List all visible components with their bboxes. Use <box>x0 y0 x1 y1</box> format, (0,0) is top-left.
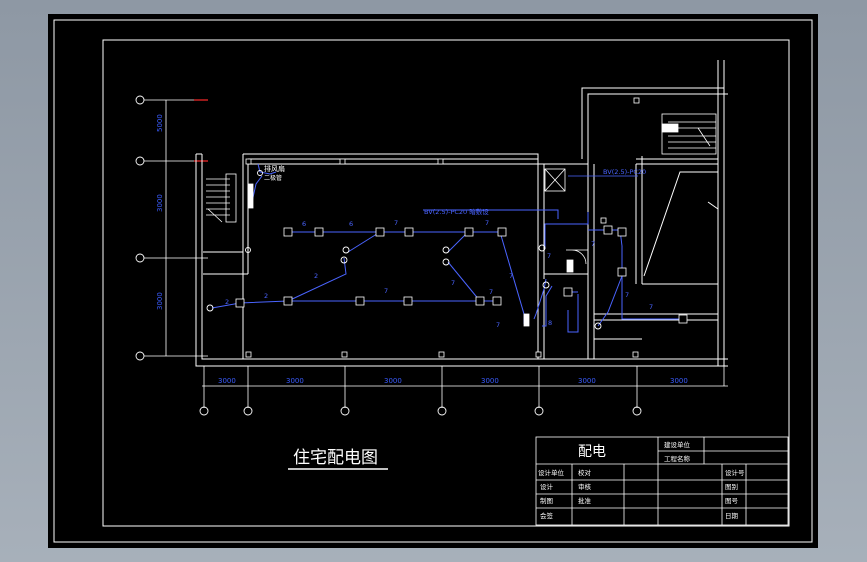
vertical-dimensions <box>144 99 208 357</box>
tb-project: 工程名称 <box>664 454 691 463</box>
stair-right <box>661 113 717 155</box>
dim-v-1: 5000 <box>156 114 164 132</box>
dim-v-3: 3000 <box>156 292 164 310</box>
dim-v-2: 3000 <box>156 194 164 212</box>
drawing-sheet[interactable]: 5000 3000 3000 6 6 7 7 2 2 2 7 7 7 7 7 7… <box>48 14 818 548</box>
dim-h-3: 3000 <box>384 377 402 385</box>
tb-drawing-no: 设计号 <box>725 468 745 477</box>
bus-note: BV(2.5)-PC20 暗敷设 <box>424 207 489 216</box>
tb-date: 日期 <box>725 512 739 520</box>
cad-drawing: 5000 3000 3000 6 6 7 7 2 2 2 7 7 7 7 7 7… <box>53 19 813 543</box>
title-block <box>535 436 789 526</box>
circuit-label: 7 <box>591 240 595 248</box>
fan-label: 排风扇 <box>264 164 285 173</box>
tb-unit: 建设单位 <box>664 440 691 449</box>
circuit-label: 7 <box>496 321 500 329</box>
cable-note: BV(2.5)-PC20 <box>603 168 646 176</box>
circuit-label: 7 <box>649 303 653 311</box>
cad-window: 5000 3000 3000 6 6 7 7 2 2 2 7 7 7 7 7 7… <box>0 0 867 562</box>
tb-design: 设计 <box>540 482 554 491</box>
circuit-label: 6 <box>349 220 353 228</box>
horizontal-dimensions <box>202 366 728 408</box>
dim-h-6: 3000 <box>670 377 688 385</box>
circuit-label: 2 <box>314 272 318 280</box>
tb-design-unit: 设计单位 <box>538 468 565 477</box>
tb-count: 会签 <box>540 511 554 520</box>
drawing-title: 住宅配电图 <box>293 448 378 468</box>
circuit-label: 2 <box>264 292 268 300</box>
dim-h-4: 3000 <box>481 377 499 385</box>
diode-label: 二极管 <box>264 174 282 182</box>
circuit-label: 7 <box>509 272 513 280</box>
dim-h-2: 3000 <box>286 377 304 385</box>
horizontal-dimension-texts: 3000 3000 3000 3000 3000 3000 <box>218 377 688 385</box>
circuit-label: 7 <box>384 287 388 295</box>
axis-markers-left <box>135 95 145 361</box>
circuit-label: 6 <box>302 220 306 228</box>
circuit-label: 7 <box>625 291 629 299</box>
circuit-wiring <box>211 163 686 333</box>
light-fixtures <box>235 225 688 324</box>
axis-markers-bottom <box>199 406 642 416</box>
circuit-label: 7 <box>394 219 398 227</box>
circuit-label: 7 <box>451 279 455 287</box>
tb-approve: 批准 <box>578 496 592 505</box>
stair-left <box>206 173 237 223</box>
circuit-label: 2 <box>225 298 229 306</box>
drawing-frame <box>102 39 790 527</box>
circuit-label: 7 <box>547 252 551 260</box>
title-block-main: 配电 <box>578 444 606 460</box>
tb-scale: 图号 <box>725 497 739 505</box>
dim-h-1: 3000 <box>218 377 236 385</box>
tb-draw: 制图 <box>540 496 553 505</box>
circuit-label: 7 <box>489 288 493 296</box>
elevator <box>544 168 566 192</box>
tb-sheet-no: 图别 <box>725 482 738 491</box>
tb-review: 审核 <box>578 482 592 491</box>
panel-box <box>566 249 589 273</box>
dim-h-5: 3000 <box>578 377 596 385</box>
circuit-label: 8 <box>548 319 552 327</box>
circuit-label: 7 <box>485 219 489 227</box>
tb-check: 校对 <box>578 468 592 477</box>
